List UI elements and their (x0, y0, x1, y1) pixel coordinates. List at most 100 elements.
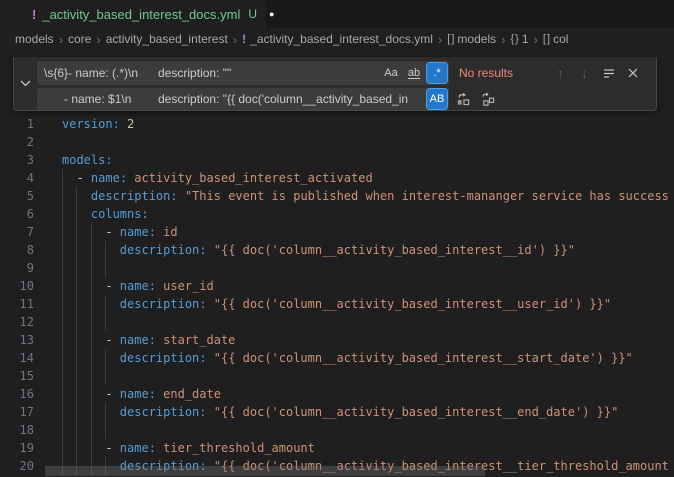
code-line[interactable]: 11 description: "{{ doc('column__activit… (0, 295, 674, 313)
breadcrumb-label: col (553, 32, 568, 46)
breadcrumb-item-models[interactable]: [ ] models (447, 32, 496, 46)
breadcrumb-label: core (68, 32, 91, 46)
breadcrumb-item-activity-based-interest[interactable]: activity_based_interest (106, 32, 228, 46)
find-in-selection-button[interactable] (598, 63, 619, 84)
indent-guide (91, 421, 92, 439)
breadcrumb-label: models (15, 32, 54, 46)
breadcrumb-separator: › (501, 32, 505, 47)
line-number: 5 (0, 187, 34, 205)
line-number: 20 (0, 457, 34, 475)
symbol-array-icon: [ ] (447, 33, 453, 45)
indent-guide (76, 367, 77, 385)
breadcrumb-item-col[interactable]: [ ] col (543, 32, 569, 46)
line-number: 8 (0, 241, 34, 259)
code-text: description: "This event is published wh… (62, 187, 669, 205)
breadcrumb-item-core[interactable]: core (68, 32, 91, 46)
code-line[interactable]: 1 version: 2 (0, 115, 674, 133)
code-line[interactable]: 15 (0, 367, 674, 385)
breadcrumb-separator: › (96, 32, 100, 47)
find-results-status: No results (459, 66, 547, 80)
find-query-text: \s{6}- name: (.*)\n description: "" (37, 66, 231, 80)
code-text: version: 2 (62, 115, 134, 133)
code-line[interactable]: 17 description: "{{ doc('column__activit… (0, 403, 674, 421)
preserve-case-icon[interactable]: AB (427, 89, 447, 109)
line-number: 2 (0, 133, 34, 151)
code-text: description: "{{ doc('column__activity_b… (62, 349, 633, 367)
code-line[interactable]: 4 - name: activity_based_interest_activa… (0, 169, 674, 187)
breadcrumb-label: models (457, 32, 496, 46)
code-line[interactable]: 16 - name: end_date (0, 385, 674, 403)
next-match-button[interactable]: ↓ (574, 63, 595, 84)
breadcrumb-label: activity_based_interest (106, 32, 228, 46)
editor-pane[interactable]: 1 version: 2 23models:4 - name: activity_b… (0, 50, 674, 477)
whole-word-icon[interactable]: ab (404, 63, 424, 83)
replace-all-button[interactable] (478, 89, 499, 110)
code-line[interactable]: 6 columns: (0, 205, 674, 223)
indent-guide (76, 421, 77, 439)
close-find-button[interactable] (622, 63, 643, 84)
line-number: 6 (0, 205, 34, 223)
breadcrumb-item-models[interactable]: models (15, 32, 54, 46)
symbol-array-icon: [ ] (543, 33, 549, 45)
code-text: models: (62, 151, 113, 169)
line-number: 4 (0, 169, 34, 187)
line-number: 12 (0, 313, 34, 331)
indent-guide (62, 313, 63, 331)
code-line[interactable]: 14 description: "{{ doc('column__activit… (0, 349, 674, 367)
unsaved-dot-icon[interactable]: ● (269, 9, 274, 19)
indent-guide (76, 259, 77, 277)
code-line[interactable]: 18 (0, 421, 674, 439)
breadcrumb-separator: › (233, 32, 237, 47)
line-number: 13 (0, 331, 34, 349)
tab-activity-based-interest-docs[interactable]: ! _activity_based_interest_docs.yml U ● (0, 0, 266, 28)
code-text: - name: user_id (62, 277, 214, 295)
code-line[interactable]: 10 - name: user_id (0, 277, 674, 295)
tab-filename: _activity_based_interest_docs.yml (42, 7, 240, 22)
yaml-file-icon: ! (32, 7, 36, 22)
code-text: - name: tier_threshold_amount (62, 439, 315, 457)
code-line[interactable]: 19 - name: tier_threshold_amount (0, 439, 674, 457)
previous-match-button[interactable]: ↑ (550, 63, 571, 84)
regex-icon[interactable]: .* (427, 63, 447, 83)
breadcrumb-label: 1 (522, 32, 529, 46)
replace-all-icon (481, 92, 496, 107)
code-line[interactable]: 7 - name: id (0, 223, 674, 241)
code-text: - name: id (62, 223, 178, 241)
code-line[interactable]: 8 description: "{{ doc('column__activity… (0, 241, 674, 259)
arrow-up-icon: ↑ (557, 65, 564, 81)
code-text: description: "{{ doc('column__activity_b… (62, 295, 611, 313)
match-case-icon[interactable]: Aa (381, 63, 401, 83)
code-text: description: "{{ doc('column__activity_b… (62, 241, 575, 259)
code-line[interactable]: 5 description: "This event is published … (0, 187, 674, 205)
find-replace-widget: \s{6}- name: (.*)\n description: "" Aa a… (13, 57, 657, 111)
indent-guide (105, 259, 106, 277)
find-input[interactable]: \s{6}- name: (.*)\n description: "" Aa a… (37, 61, 449, 85)
line-number: 11 (0, 295, 34, 313)
line-number: 16 (0, 385, 34, 403)
code-line[interactable]: 2 (0, 133, 674, 151)
find-in-selection-icon (602, 66, 616, 80)
replace-input[interactable]: - name: $1\n description: "{{ doc('colum… (37, 88, 449, 110)
yaml-exclamation-icon: ! (242, 32, 246, 46)
code-line[interactable]: 3models: (0, 151, 674, 169)
indent-guide (62, 367, 63, 385)
indent-guide (91, 313, 92, 331)
git-untracked-badge: U (248, 7, 257, 21)
line-number: 10 (0, 277, 34, 295)
line-number: 1 (0, 115, 34, 133)
replace-one-button[interactable] (453, 89, 474, 110)
line-number: 17 (0, 403, 34, 421)
line-number: 9 (0, 259, 34, 277)
breadcrumb-label: _activity_based_interest_docs.yml (250, 32, 433, 46)
toggle-replace-button[interactable] (14, 57, 36, 110)
breadcrumb-item--activity-based-interest-docs-yml[interactable]: ! _activity_based_interest_docs.yml (242, 32, 433, 46)
code-line[interactable]: 12 (0, 313, 674, 331)
code-text: columns: (62, 205, 149, 223)
horizontal-scrollbar[interactable] (45, 466, 485, 476)
breadcrumb-item-1[interactable]: { }1 (510, 32, 528, 46)
code-line[interactable]: 13 - name: start_date (0, 331, 674, 349)
code-text: - name: end_date (62, 385, 221, 403)
code-lines: 1 version: 2 23models:4 - name: activity_b… (0, 115, 674, 475)
code-line[interactable]: 9 (0, 259, 674, 277)
replace-icon (456, 92, 471, 107)
